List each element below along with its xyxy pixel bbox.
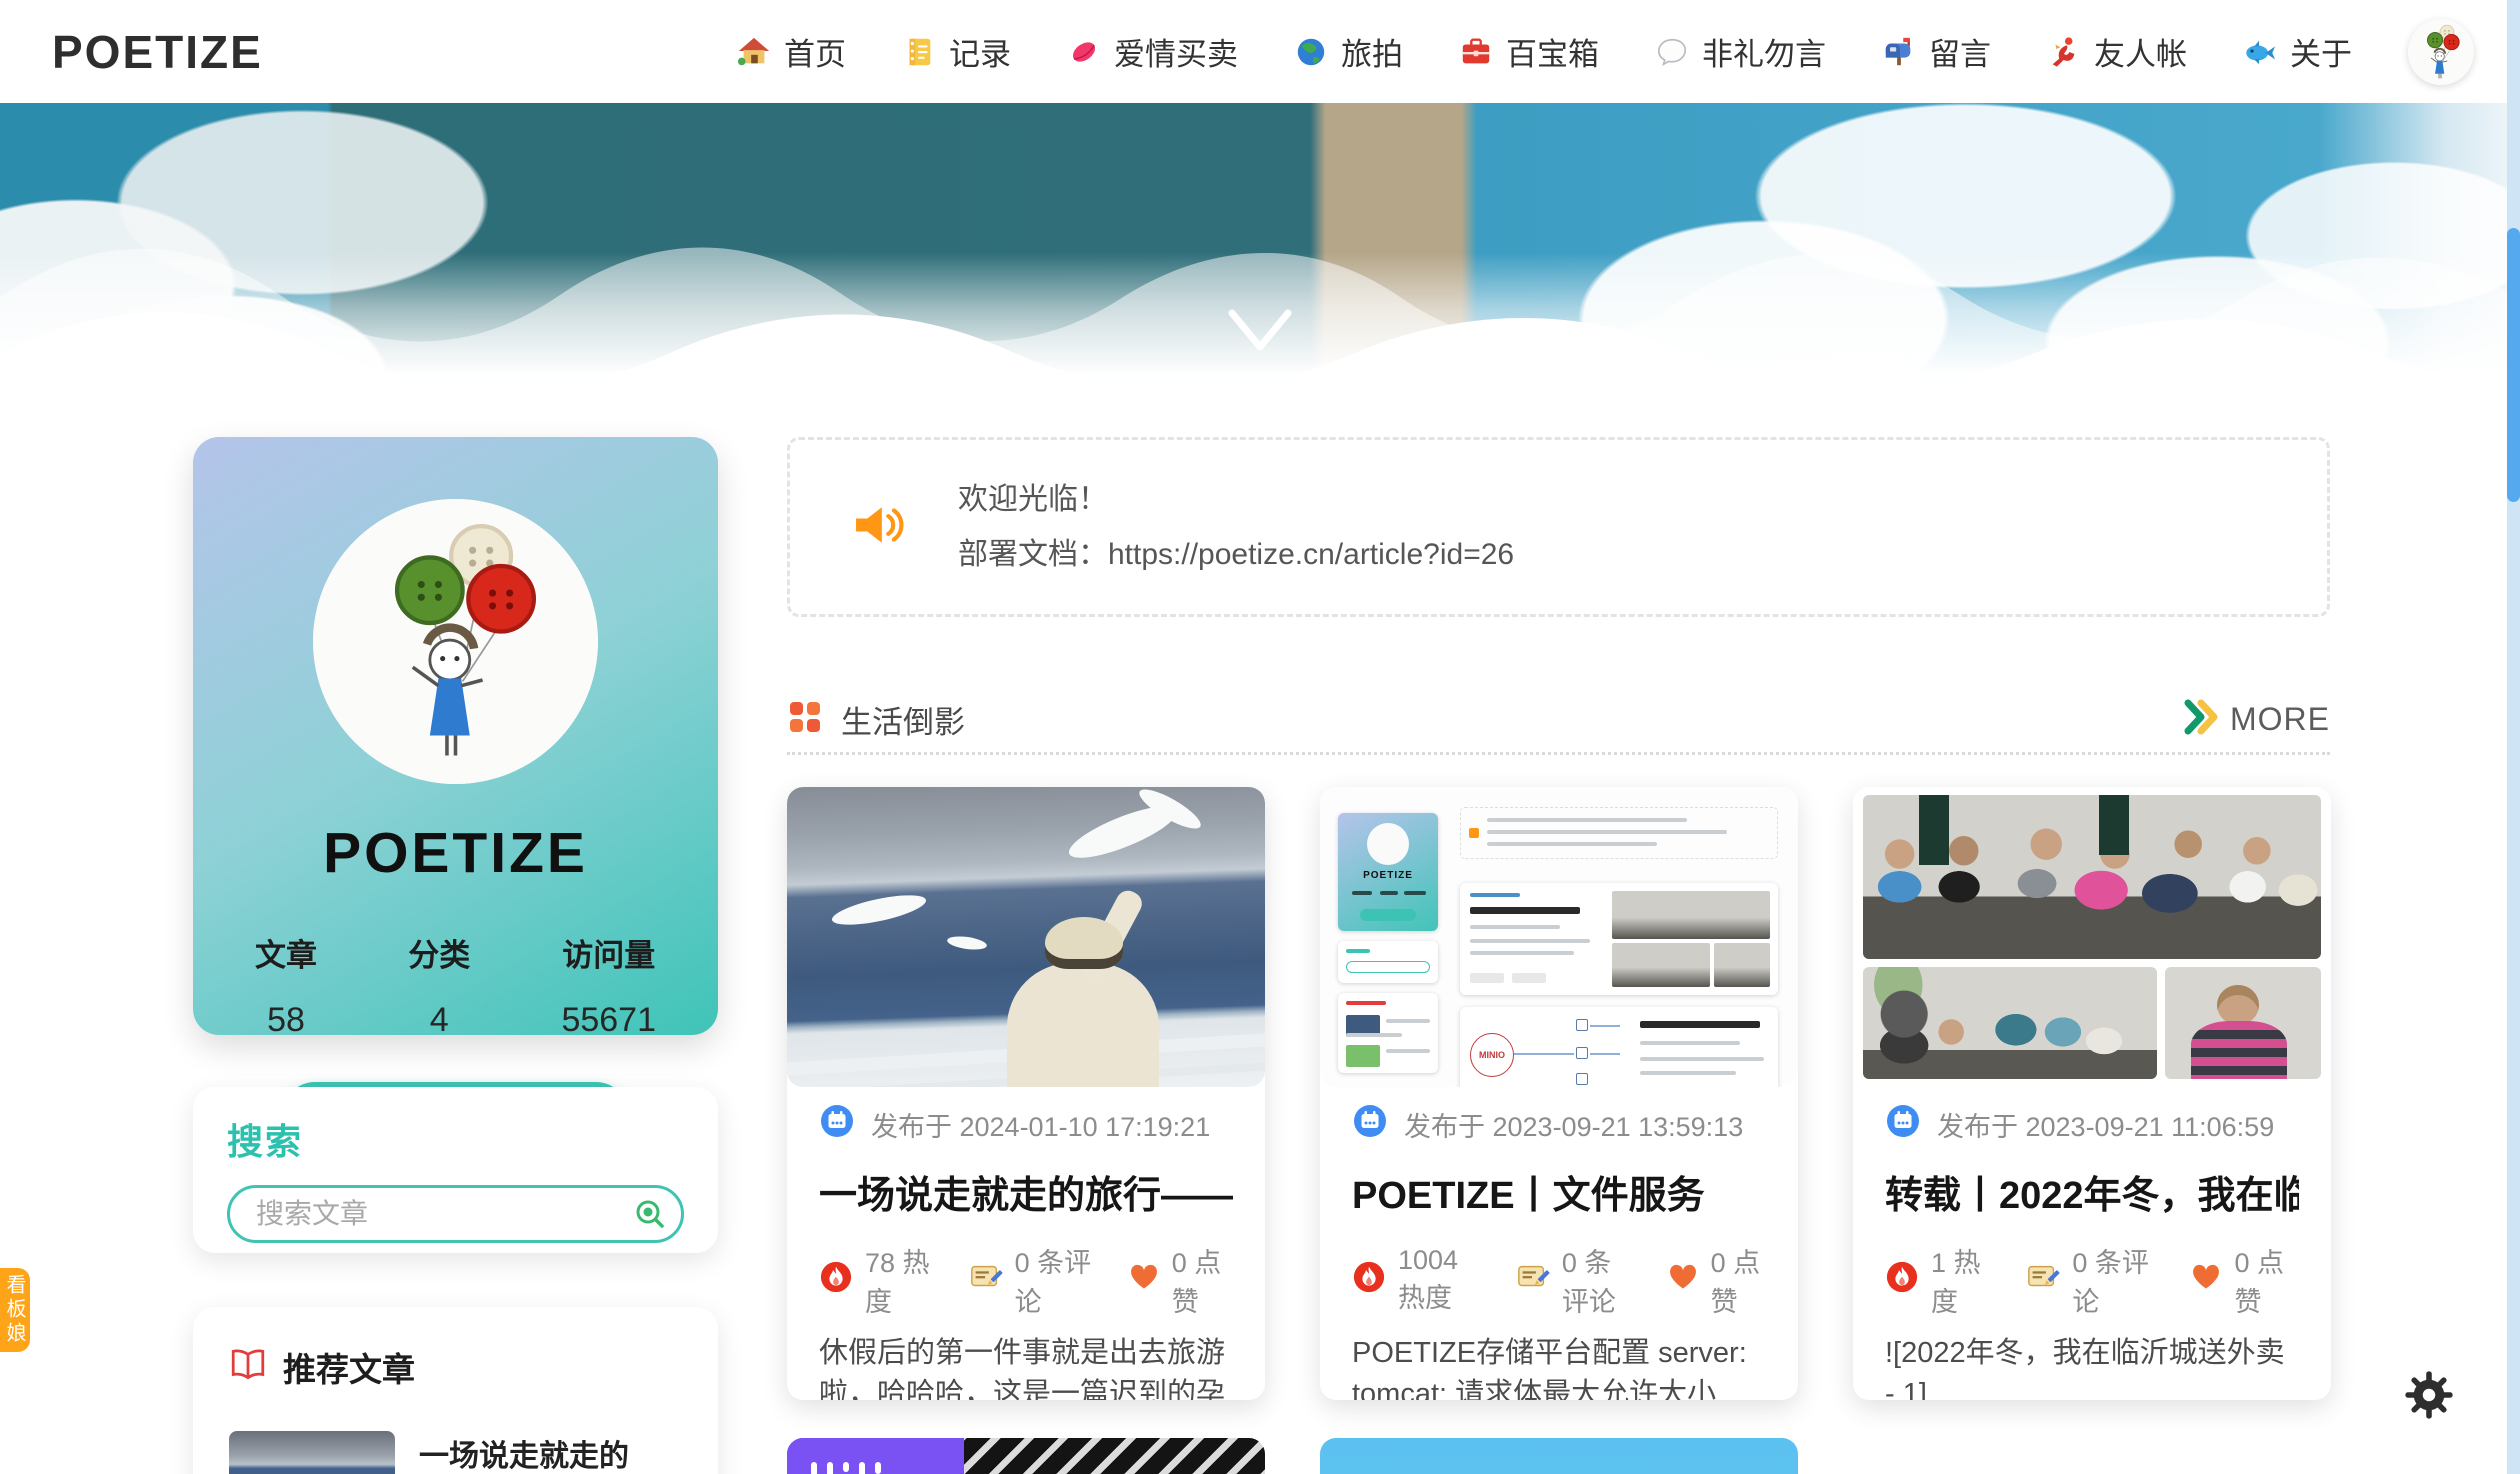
stat-articles: 文章 58 <box>255 930 317 1040</box>
article-date: 发布于 2023-09-21 13:59:13 <box>1352 1103 1766 1146</box>
speaker-icon <box>848 496 906 559</box>
site-logo[interactable]: POETIZE <box>52 25 263 79</box>
heat-icon <box>1885 1260 1919 1301</box>
article-stats: 1004 热度 0 条评论 0 点赞 <box>1352 1241 1766 1319</box>
announcement-box: 欢迎光临！ 部署文档：https://poetize.cn/article?id… <box>787 437 2330 617</box>
announcement-line-2: 部署文档：https://poetize.cn/article?id=26 <box>958 527 1514 582</box>
scrollbar-thumb[interactable] <box>2507 228 2520 502</box>
recommended-articles-card: 推荐文章 一场说走就走的旅… <box>193 1307 718 1474</box>
recommended-header: 推荐文章 <box>229 1343 682 1391</box>
article-stats: 78 热度 0 条评论 0 点赞 <box>819 1241 1233 1319</box>
article-card[interactable]: 发布于 2024-01-10 17:19:21 一场说走就走的旅行——… 78 … <box>787 787 1265 1400</box>
article-title[interactable]: POETIZE丨文件服务 <box>1352 1164 1766 1219</box>
fish-icon <box>2243 35 2277 69</box>
article-card[interactable]: 发布于 2023-09-21 11:06:59 转载丨2022年冬，我在临… 1… <box>1853 787 2331 1400</box>
profile-name: POETIZE <box>193 820 718 886</box>
calendar-icon <box>1352 1103 1388 1146</box>
search-box <box>227 1185 684 1243</box>
mailbox-icon <box>1882 35 1916 69</box>
top-navbar: POETIZE 首页 记录 爱情买卖 旅拍 百宝箱 非礼勿言 留言 <box>0 0 2520 103</box>
double-chevron-icon <box>2182 698 2220 741</box>
like-icon <box>1667 1261 1699 1300</box>
scroll-down-chevron[interactable] <box>0 103 2520 435</box>
search-title: 搜索 <box>227 1113 684 1165</box>
globe-icon <box>1294 35 1328 69</box>
comment-icon <box>969 1260 1003 1301</box>
article-image-site-screenshot: POETIZE <box>1320 787 1798 1087</box>
user-avatar[interactable] <box>2408 19 2474 85</box>
hero-banner <box>0 103 2520 435</box>
article-title[interactable]: 转载丨2022年冬，我在临… <box>1885 1164 2299 1219</box>
nav-item-home[interactable]: 首页 <box>737 29 846 74</box>
article-image-seagulls <box>787 787 1265 1087</box>
kanban-girl-tab[interactable]: 看板娘 <box>0 1268 30 1352</box>
recommended-thumbnail <box>229 1431 395 1474</box>
dancer-icon <box>2047 35 2081 69</box>
recommended-item[interactable]: 一场说走就走的旅… <box>229 1431 682 1474</box>
like-icon <box>2190 1261 2222 1300</box>
article-excerpt: POETIZE存储平台配置 server: tomcat: 请求体最大允许大小 … <box>1352 1333 1766 1400</box>
article-excerpt: ![2022年冬，我在临沂城送外卖 - 1](https://file.poet… <box>1885 1333 2299 1400</box>
section-header: 生活倒影 MORE <box>787 694 2330 744</box>
announcement-text: 欢迎光临！ 部署文档：https://poetize.cn/article?id… <box>958 472 1514 582</box>
stat-visits: 访问量 55671 <box>561 930 656 1040</box>
nav-item-about[interactable]: 关于 <box>2243 29 2352 74</box>
article-card-partial-music[interactable] <box>787 1438 1265 1474</box>
comment-icon <box>2026 1260 2060 1301</box>
calendar-icon <box>819 1103 855 1146</box>
nav-item-travel[interactable]: 旅拍 <box>1294 29 1403 74</box>
nav-item-friends[interactable]: 友人帐 <box>2047 29 2187 74</box>
more-link[interactable]: MORE <box>2182 698 2330 741</box>
open-book-icon <box>229 1346 267 1389</box>
nav-menu: 首页 记录 爱情买卖 旅拍 百宝箱 非礼勿言 留言 友人帐 <box>737 19 2474 85</box>
section-divider <box>787 752 2330 755</box>
announcement-line-1: 欢迎光临！ <box>958 472 1514 527</box>
grid-icon <box>787 699 823 740</box>
nav-item-records[interactable]: 记录 <box>902 29 1011 74</box>
search-input[interactable] <box>227 1185 684 1243</box>
settings-gear-icon[interactable] <box>2404 1370 2454 1420</box>
search-icon[interactable] <box>632 1196 668 1232</box>
profile-card: POETIZE 文章 58 分类 4 访问量 55671 朋友圈 <box>193 437 718 1035</box>
profile-avatar[interactable] <box>313 499 598 784</box>
search-card: 搜索 <box>193 1087 718 1253</box>
toolbox-icon <box>1459 35 1493 69</box>
nav-item-love[interactable]: 爱情买卖 <box>1067 29 1238 74</box>
article-card-partial-game[interactable] <box>1320 1438 1798 1474</box>
comment-icon <box>1516 1260 1550 1301</box>
like-icon <box>1128 1261 1160 1300</box>
lips-icon <box>1067 35 1101 69</box>
nav-item-message-board[interactable]: 留言 <box>1882 29 1991 74</box>
article-date: 发布于 2024-01-10 17:19:21 <box>819 1103 1233 1146</box>
article-stats: 1 热度 0 条评论 0 点赞 <box>1885 1241 2299 1319</box>
notebook-icon <box>902 35 936 69</box>
stat-categories: 分类 4 <box>408 930 470 1040</box>
article-date: 发布于 2023-09-21 11:06:59 <box>1885 1103 2299 1146</box>
article-title[interactable]: 一场说走就走的旅行——… <box>819 1164 1233 1219</box>
scrollbar-track[interactable] <box>2507 0 2520 1474</box>
calendar-icon <box>1885 1103 1921 1146</box>
nav-item-no-rude-words[interactable]: 非礼勿言 <box>1655 29 1826 74</box>
recommended-title: 推荐文章 <box>283 1343 415 1391</box>
section-title: 生活倒影 <box>841 697 965 742</box>
heat-icon <box>819 1260 853 1301</box>
profile-stats: 文章 58 分类 4 访问量 55671 <box>193 930 718 1040</box>
home-icon <box>737 35 771 69</box>
article-card[interactable]: POETIZE <box>1320 787 1798 1400</box>
nav-item-toolbox[interactable]: 百宝箱 <box>1459 29 1599 74</box>
article-image-gathering <box>1853 787 2331 1087</box>
article-excerpt: 休假后的第一件事就是出去旅游啦，哈哈哈，这是一篇迟到的孕中期旅游分享贴… <box>819 1333 1233 1400</box>
speech-bubble-icon <box>1655 35 1689 69</box>
kanban-girl-label: 看板娘 <box>4 1274 24 1346</box>
recommended-item-title: 一场说走就走的旅… <box>419 1431 682 1474</box>
more-label: MORE <box>2230 701 2330 738</box>
heat-icon <box>1352 1260 1386 1301</box>
